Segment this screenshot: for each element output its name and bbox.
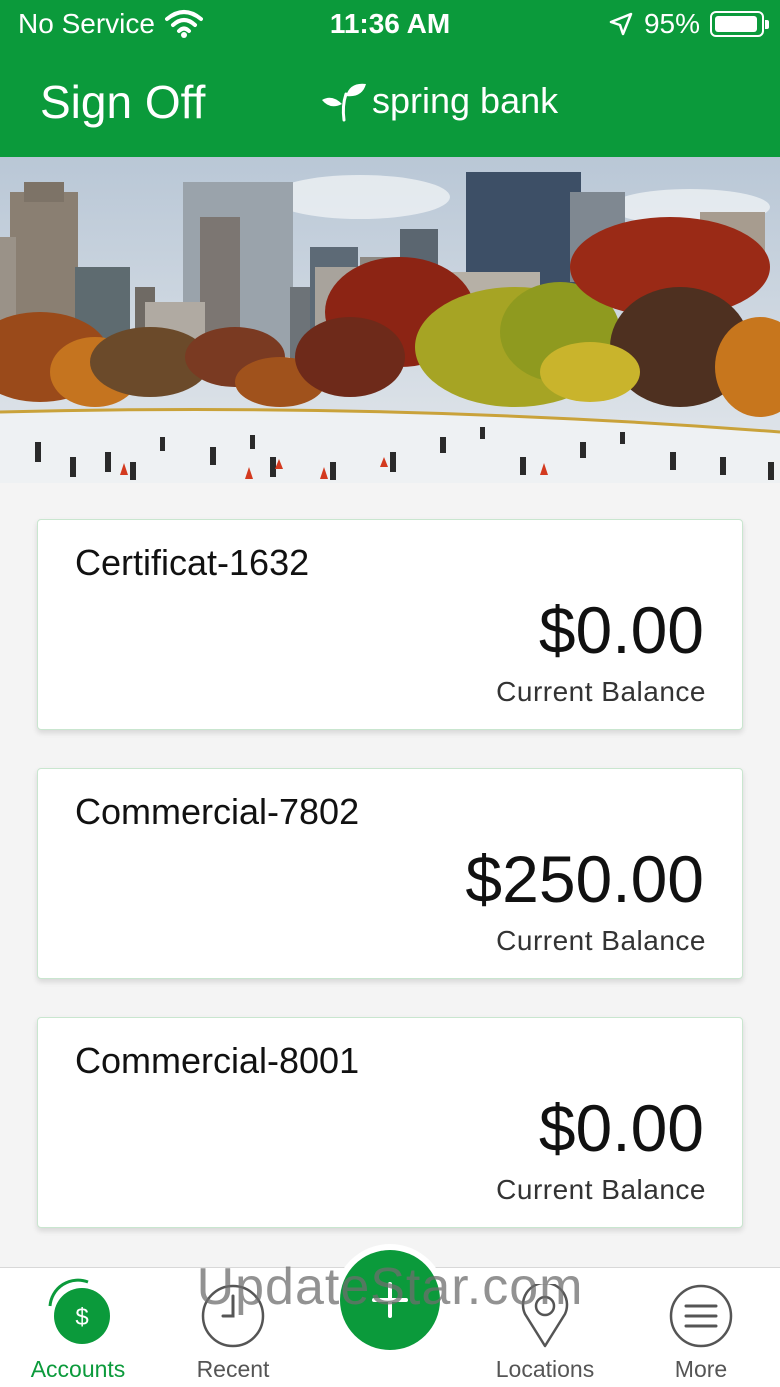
balance-label: Current Balance	[496, 676, 706, 707]
status-bar: No Service 11:36 AM 95%	[0, 0, 780, 52]
add-button[interactable]	[340, 1250, 440, 1350]
account-card[interactable]: Certificat-1632 $0.00 Current Balance	[37, 519, 743, 730]
battery-percent: 95%	[643, 8, 700, 39]
map-pin-icon	[521, 1284, 569, 1348]
dollar-icon: $	[48, 1278, 110, 1344]
clock-icon	[201, 1284, 265, 1348]
balance-label: Current Balance	[496, 1174, 706, 1205]
balance-label: Current Balance	[496, 925, 706, 956]
nav-locations[interactable]: Locations	[475, 1268, 615, 1387]
account-balance: $0.00	[538, 1091, 704, 1165]
account-balance: $250.00	[465, 842, 704, 916]
sprout-icon	[322, 83, 366, 122]
svg-text:$: $	[75, 1304, 88, 1331]
menu-icon	[669, 1284, 733, 1348]
nav-more[interactable]: More	[631, 1268, 771, 1387]
status-right: 95%	[608, 8, 769, 40]
hero-image	[0, 157, 780, 483]
account-name: Commercial-7802	[75, 791, 360, 832]
nav-recent-label: Recent	[196, 1356, 270, 1382]
city-park-skating-rink-photo	[0, 157, 780, 483]
brand-name: spring bank	[372, 80, 559, 121]
battery-fill	[715, 16, 757, 32]
sign-off-button[interactable]: Sign Off	[40, 75, 205, 129]
location-arrow-icon	[609, 12, 633, 36]
nav-more-label: More	[674, 1356, 728, 1382]
nav-accounts[interactable]: $ Accounts	[8, 1268, 148, 1387]
app-header: No Service 11:36 AM 95% Sign Off spring …	[0, 0, 780, 157]
battery-icon	[710, 11, 769, 37]
account-name: Commercial-8001	[75, 1040, 360, 1081]
account-balance: $0.00	[538, 593, 704, 667]
brand-logo: spring bank	[320, 80, 558, 122]
nav-accounts-label: Accounts	[30, 1356, 126, 1382]
nav-locations-label: Locations	[495, 1356, 595, 1382]
account-card[interactable]: Commercial-7802 $250.00 Current Balance	[37, 768, 743, 979]
plus-icon	[372, 1282, 408, 1318]
account-name: Certificat-1632	[75, 542, 310, 583]
nav-recent[interactable]: Recent	[163, 1268, 303, 1387]
account-card[interactable]: Commercial-8001 $0.00 Current Balance	[37, 1017, 743, 1228]
